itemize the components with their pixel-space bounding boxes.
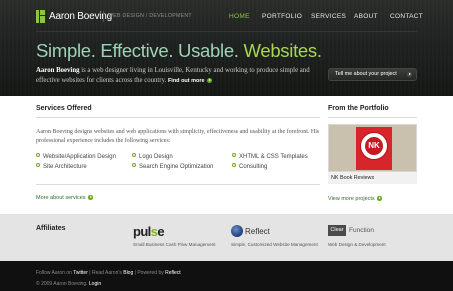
pulse-logo[interactable]: pulse	[133, 224, 165, 239]
more-about-services-link[interactable]: More about services	[36, 195, 93, 201]
hero-title: Simple. Effective. Usable. Websites.	[36, 40, 322, 62]
tell-me-button-label[interactable]: Tell me about your project	[335, 71, 397, 77]
hero-title-end: Websites.	[243, 40, 322, 61]
service-item: Consulting	[232, 163, 268, 170]
footer-text: | Powered by	[133, 270, 166, 276]
nav-contact[interactable]: CONTACT	[390, 13, 423, 20]
bullet-icon	[36, 153, 40, 158]
service-label: Logo Design	[139, 154, 173, 160]
clear-function-logo-box[interactable]: Clear	[328, 225, 346, 236]
clear-function-caption: Web Design & Development	[328, 242, 386, 247]
service-label: XHTML & CSS Templates	[239, 154, 308, 160]
find-out-more-label[interactable]: Find out more	[168, 78, 205, 84]
twitter-link[interactable]: Twitter	[73, 270, 88, 276]
find-out-more-link[interactable]: Find out more	[168, 77, 213, 84]
nav-about[interactable]: ABOUT	[354, 13, 378, 20]
copyright-text: © 2009 Aaron Boeving.	[36, 281, 89, 287]
tell-me-about-project-button[interactable]: Tell me about your project	[328, 68, 417, 81]
services-intro: Aaron Boeving designs websites and web a…	[36, 129, 320, 144]
arrow-right-icon	[88, 195, 93, 200]
pulse-logo-part: pul	[133, 224, 151, 239]
book-seal: NK	[360, 132, 388, 160]
service-item: XHTML & CSS Templates	[232, 153, 308, 160]
reflect-logo[interactable]: Reflect	[245, 227, 270, 236]
portfolio-caption[interactable]: NK Book Reviews	[328, 172, 417, 184]
nav-portfolio[interactable]: PORTFOLIO	[262, 13, 302, 20]
affiliates-section	[0, 214, 453, 261]
service-label: Search Engine Optimization	[139, 164, 214, 170]
reflect-caption: Simple, Customized Website Management	[231, 242, 318, 247]
view-more-projects-link[interactable]: View more projects	[328, 196, 382, 202]
bullet-icon	[132, 153, 136, 158]
site-tagline: WEB DESIGN / DEVELOPMENT	[108, 13, 192, 19]
arrow-right-icon	[407, 72, 412, 77]
footer-links: Follow Aaron on Twitter | Read Aaron's B…	[36, 270, 181, 276]
service-label: Consulting	[239, 164, 268, 170]
reflect-logo-icon[interactable]	[231, 225, 243, 237]
service-item: Site Architecture	[36, 163, 87, 170]
footer-text: Follow Aaron on	[36, 270, 74, 276]
view-more-label[interactable]: View more projects	[328, 196, 375, 202]
logo-icon[interactable]	[36, 10, 45, 23]
service-item: Logo Design	[132, 153, 173, 160]
services-bottom-divider	[36, 184, 320, 185]
bullet-icon	[36, 163, 40, 168]
portfolio-thumbnail[interactable]: NK	[328, 124, 417, 172]
hero-intro: Aaron Boeving is a web designer living i…	[36, 66, 314, 86]
affiliates-heading: Affiliates	[36, 225, 66, 232]
arrow-right-icon	[377, 196, 382, 201]
service-item: Search Engine Optimization	[132, 163, 214, 170]
clear-function-logo[interactable]: Function	[349, 227, 374, 234]
services-heading: Services Offered	[36, 105, 92, 112]
nav-services[interactable]: SERVICES	[311, 13, 346, 20]
seal-text: NK	[365, 137, 383, 155]
login-link[interactable]: Login	[89, 281, 101, 287]
portfolio-heading: From the Portfolio	[328, 105, 389, 112]
hero-name: Aaron Boeving	[36, 67, 80, 74]
nav-home[interactable]: HOME	[229, 13, 250, 20]
nav-divider	[36, 31, 417, 32]
footer-copyright: © 2009 Aaron Boeving. Login	[36, 281, 101, 287]
service-item: Website/Application Design	[36, 153, 116, 160]
blog-link[interactable]: Blog	[123, 270, 133, 276]
pulse-caption: Small Business Cash Flow Management	[133, 242, 216, 247]
reflect-link[interactable]: Reflect	[165, 270, 181, 276]
pulse-logo-part: e	[157, 224, 164, 239]
bullet-icon	[132, 163, 136, 168]
footer-text: | Read Aaron's	[87, 270, 124, 276]
bullet-icon	[232, 153, 236, 158]
logo-divider	[103, 11, 104, 22]
more-services-label[interactable]: More about services	[36, 195, 86, 201]
arrow-right-icon	[207, 77, 213, 83]
service-label: Website/Application Design	[43, 154, 116, 160]
hero-title-start: Simple. Effective. Usable.	[36, 40, 244, 61]
site-header: Aaron Boeving WEB DESIGN / DEVELOPMENT H…	[0, 0, 453, 96]
services-divider	[36, 117, 320, 118]
service-label: Site Architecture	[43, 164, 87, 170]
portfolio-divider	[328, 117, 417, 118]
bullet-icon	[232, 163, 236, 168]
